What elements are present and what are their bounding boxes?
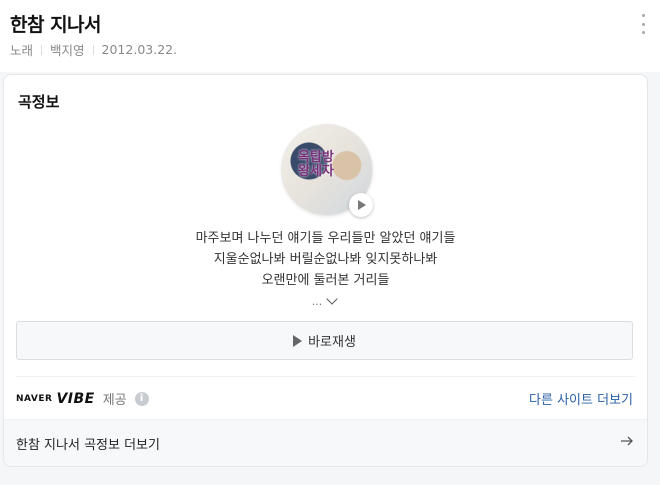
play-icon bbox=[293, 334, 303, 347]
lyrics-preview: 마주보며 나누던 얘기들 우리들만 알았던 얘기들 지울순없나봐 버릴순없나봐 … bbox=[4, 228, 647, 291]
expand-lyrics-button[interactable]: ... bbox=[304, 293, 344, 309]
provider-suffix: 제공 bbox=[102, 393, 127, 408]
lyrics-line: 마주보며 나누던 얘기들 우리들만 알았던 얘기들 bbox=[195, 231, 456, 246]
meta-divider bbox=[41, 44, 43, 55]
artist-label: 백지영 bbox=[50, 43, 85, 58]
vibe-logo: VIBE bbox=[56, 390, 95, 407]
naver-logo: NAVER bbox=[16, 393, 53, 404]
more-song-info-link[interactable]: 한참 지나서 곡정보 더보기 bbox=[4, 419, 647, 466]
play-now-button[interactable]: 바로재생 bbox=[16, 321, 633, 360]
category-label: 노래 bbox=[10, 43, 34, 58]
album-play-icon[interactable] bbox=[349, 193, 373, 217]
other-sites-link[interactable]: 다른 사이트 더보기 bbox=[529, 389, 633, 408]
meta-divider bbox=[92, 44, 94, 55]
arrow-right-icon bbox=[621, 436, 633, 446]
more-options-icon[interactable] bbox=[640, 14, 646, 34]
ellipsis: ... bbox=[311, 294, 323, 308]
lyrics-line: 지울순없나봐 버릴순없나봐 잊지못하나봐 bbox=[213, 252, 438, 267]
card-title: 곡정보 bbox=[18, 93, 60, 111]
info-icon[interactable]: i bbox=[134, 391, 149, 406]
song-meta: 노래 백지영 2012.03.22. bbox=[10, 40, 177, 59]
song-header: 한참 지나서 노래 백지영 2012.03.22. bbox=[0, 0, 660, 72]
provider-credit: NAVER VIBE 제공 i bbox=[16, 389, 149, 408]
album-art-text: 옥탑방 왕세자 bbox=[298, 150, 334, 179]
song-info-card: 곡정보 옥탑방 왕세자 마주보며 나누던 얘기들 우리들만 알았던 얘기들 지울… bbox=[3, 74, 648, 467]
lyrics-line: 오랜만에 둘러본 거리들 bbox=[261, 273, 390, 288]
divider bbox=[16, 376, 635, 377]
release-date: 2012.03.22. bbox=[101, 42, 178, 57]
play-now-label: 바로재생 bbox=[308, 335, 356, 350]
footer-label: 한참 지나서 곡정보 더보기 bbox=[16, 438, 160, 453]
chevron-down-icon bbox=[326, 293, 338, 305]
song-title: 한참 지나서 bbox=[10, 14, 102, 36]
